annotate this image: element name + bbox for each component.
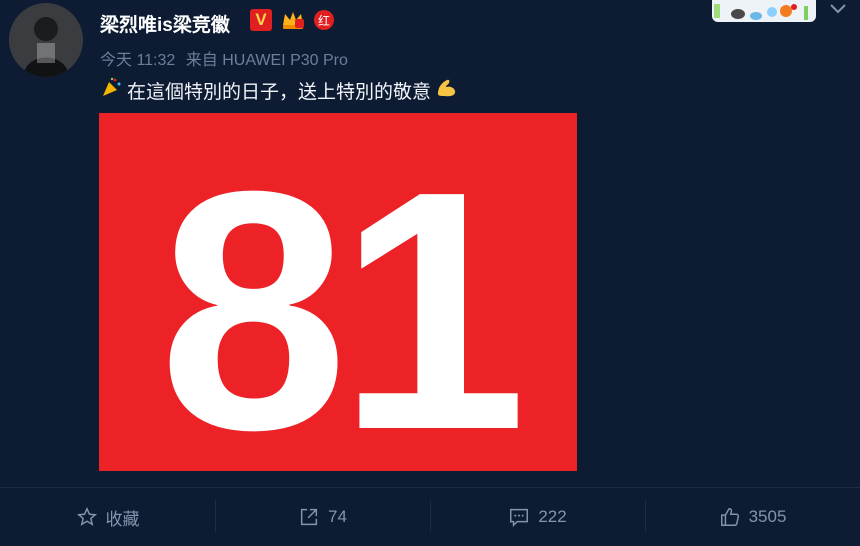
post-image[interactable]: 81 bbox=[99, 113, 577, 471]
post-source: 来自 HUAWEI P30 Pro bbox=[185, 52, 348, 69]
post-time[interactable]: 今天 11:32 bbox=[100, 52, 175, 69]
author-badges: V 红 bbox=[250, 9, 334, 31]
repost-count: 74 bbox=[328, 507, 347, 526]
chevron-down-icon[interactable] bbox=[828, 2, 848, 16]
post-text: 在這個特別的日子，送上特別的敬意 bbox=[101, 76, 459, 104]
repost-button[interactable]: 74 bbox=[215, 488, 430, 546]
avatar[interactable] bbox=[9, 3, 83, 77]
comment-button[interactable]: 222 bbox=[430, 488, 645, 546]
post-body-text: 在這個特別的日子，送上特別的敬意 bbox=[127, 81, 432, 103]
favorite-button[interactable]: 收藏 bbox=[0, 488, 215, 546]
flexed-biceps-icon bbox=[435, 76, 459, 104]
party-popper-icon bbox=[101, 76, 123, 104]
thumbs-up-icon bbox=[720, 508, 739, 526]
image-text: 81 bbox=[159, 121, 519, 471]
like-button[interactable]: 3505 bbox=[645, 488, 860, 546]
author-name[interactable]: 梁烈唯is梁竞徽 bbox=[100, 10, 230, 37]
member-crown-icon[interactable] bbox=[280, 9, 306, 31]
decor-banner bbox=[712, 0, 816, 22]
action-bar: 收藏 74 222 3505 bbox=[0, 488, 860, 546]
comment-count: 222 bbox=[538, 507, 567, 526]
share-icon bbox=[300, 508, 318, 526]
like-count: 3505 bbox=[748, 507, 787, 526]
red-badge-icon[interactable]: 红 bbox=[314, 10, 334, 30]
verified-badge-icon[interactable]: V bbox=[250, 9, 272, 31]
star-icon bbox=[76, 506, 97, 526]
favorite-label: 收藏 bbox=[105, 509, 140, 529]
post-meta: 今天 11:32 来自 HUAWEI P30 Pro bbox=[100, 46, 354, 70]
comment-icon bbox=[510, 508, 529, 528]
